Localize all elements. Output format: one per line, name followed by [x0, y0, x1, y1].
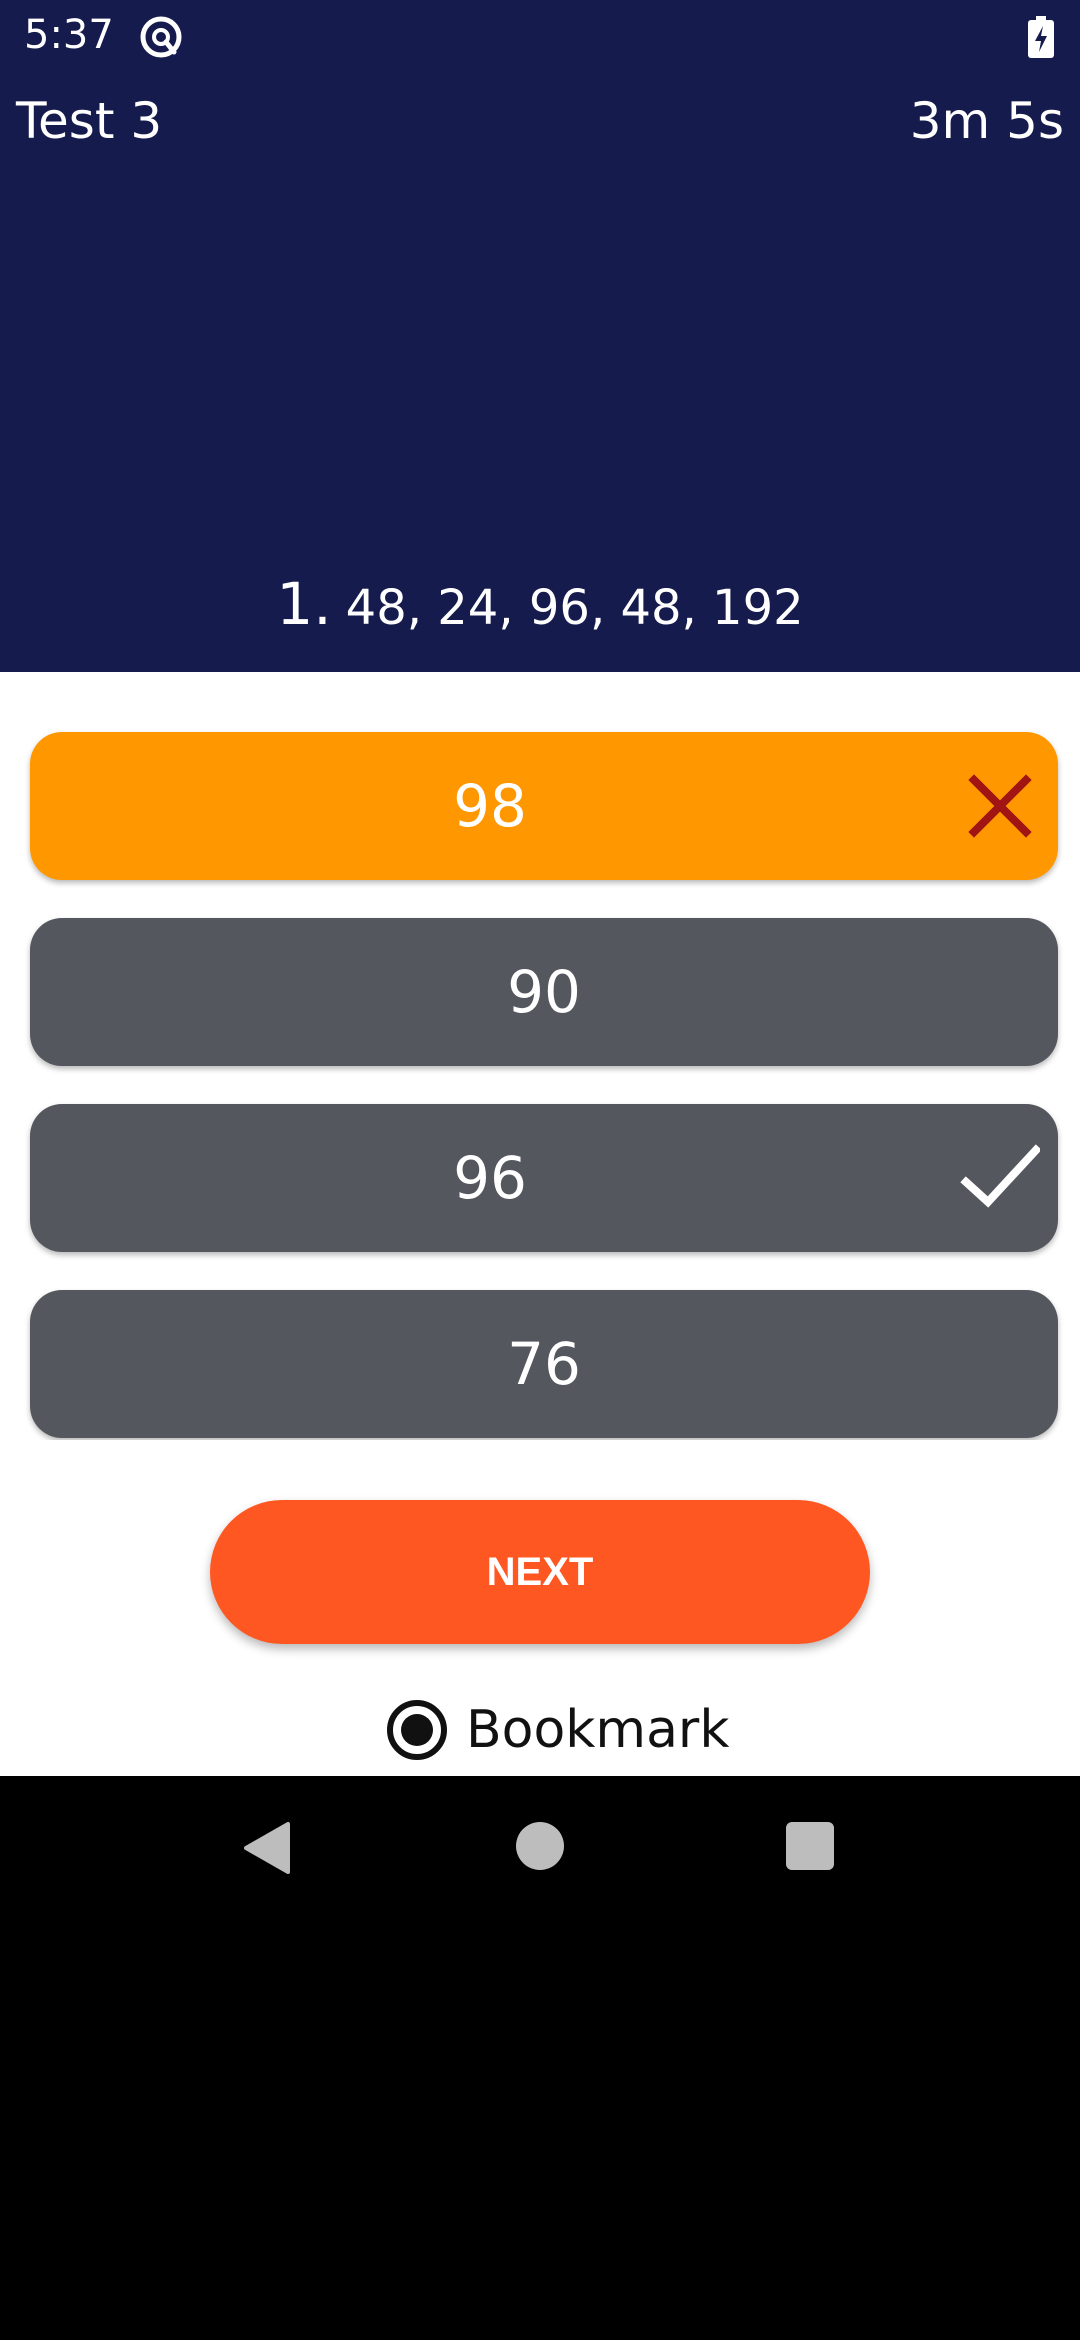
option-label: 98	[453, 772, 527, 840]
bookmark-label: Bookmark	[466, 1700, 730, 1760]
options-list[interactable]: 98 90 96 76	[0, 672, 1080, 1440]
option-1[interactable]: 98	[30, 732, 1058, 880]
option-label: 90	[507, 958, 581, 1026]
question-text: 48, 24, 96, 48, 192	[345, 580, 804, 636]
system-nav-bar	[0, 1776, 1080, 1916]
header: 5:37 Test 3 3m 5s 1. 48, 24, 96, 48, 192	[0, 0, 1080, 672]
timer: 3m 5s	[909, 92, 1064, 150]
close-icon	[968, 774, 1032, 838]
option-label: 76	[507, 1330, 581, 1398]
option-4[interactable]: 76	[30, 1290, 1058, 1438]
app-notification-icon	[140, 16, 182, 58]
option-3[interactable]: 96	[30, 1104, 1058, 1252]
home-icon[interactable]	[516, 1822, 564, 1870]
test-title: Test 3	[16, 92, 163, 150]
check-icon	[960, 1144, 1040, 1208]
battery-charging-icon	[1028, 16, 1054, 58]
question: 1. 48, 24, 96, 48, 192	[0, 570, 1080, 638]
status-bar: 5:37	[0, 0, 1080, 72]
option-label: 96	[453, 1144, 527, 1212]
answer-panel: 98 90 96 76 NEXT Bookmark	[0, 672, 1080, 1776]
question-number: 1.	[276, 570, 332, 638]
recents-icon[interactable]	[786, 1822, 834, 1870]
back-icon[interactable]	[240, 1820, 292, 1876]
next-button[interactable]: NEXT	[210, 1500, 870, 1644]
radio-checked-icon	[387, 1700, 447, 1760]
status-time: 5:37	[24, 12, 114, 58]
option-2[interactable]: 90	[30, 918, 1058, 1066]
